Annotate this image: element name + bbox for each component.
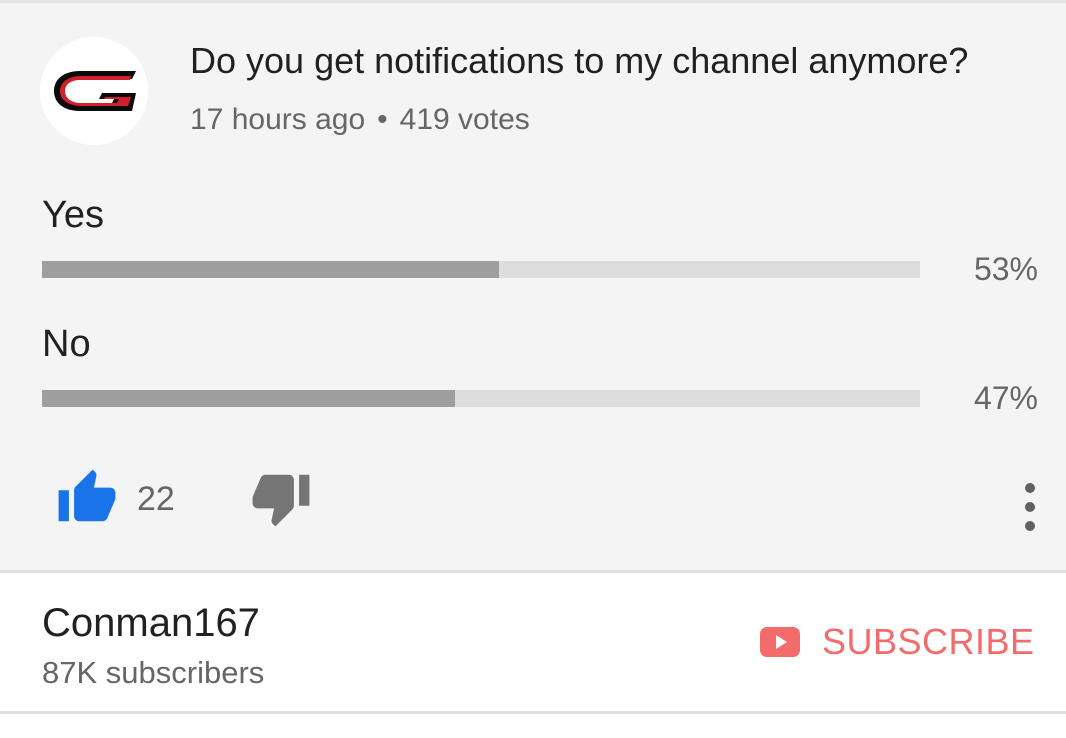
subscriber-count: 87K subscribers [42, 655, 265, 690]
poll-option-yes-fill [42, 261, 499, 278]
subscribe-label: SUBSCRIBE [822, 621, 1035, 662]
more-vertical-icon [1025, 483, 1035, 531]
more-options-button[interactable] [1010, 471, 1050, 531]
vote-count: 419 votes [399, 103, 530, 136]
dislike-button[interactable] [250, 467, 312, 529]
channel-bar: Conman167 87K subscribers SUBSCRIBE [0, 573, 1066, 711]
meta-separator: • [377, 103, 388, 136]
poll-option-yes-bar[interactable] [42, 261, 920, 278]
like-count: 22 [137, 480, 175, 518]
post-actions: 22 [0, 463, 1066, 533]
channel-logo-icon [40, 37, 148, 145]
like-button[interactable] [56, 467, 118, 529]
post-meta: 17 hours ago • 419 votes [190, 100, 530, 140]
channel-avatar[interactable] [40, 37, 148, 145]
poll-option-no-percent: 47% [973, 380, 1038, 416]
poll-option-yes-label: Yes [42, 194, 104, 236]
channel-name[interactable]: Conman167 [42, 599, 260, 647]
bottom-space [0, 714, 1066, 738]
poll-option-no-label: No [42, 323, 91, 365]
poll-option-no-fill [42, 390, 455, 407]
thumbs-down-icon [252, 474, 310, 527]
poll-post: Do you get notifications to my channel a… [0, 3, 1066, 570]
poll-option-no-bar[interactable] [42, 390, 920, 407]
poll-question: Do you get notifications to my channel a… [190, 40, 969, 81]
poll-option-yes-percent: 53% [973, 251, 1038, 287]
subscribe-button[interactable]: SUBSCRIBE [760, 617, 1035, 667]
youtube-play-icon [760, 627, 800, 657]
thumbs-up-icon [58, 469, 116, 522]
post-time: 17 hours ago [190, 103, 366, 136]
